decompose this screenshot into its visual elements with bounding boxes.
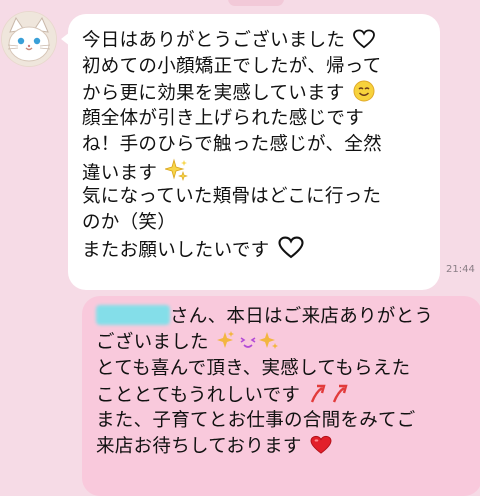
message-line: とても喜んで頂き、実感してもらえた xyxy=(96,358,411,379)
heart-outline-icon xyxy=(278,236,304,259)
message-line: ね！手のひらで触った感じが、全然 xyxy=(82,134,382,155)
message-line: 気になっていた頬骨はどこに行った xyxy=(82,186,382,207)
cat-avatar-icon xyxy=(2,12,56,66)
up-arrows-icon xyxy=(311,384,348,403)
message-line: こととてもうれしいです xyxy=(96,382,472,408)
message-line: のか（笑） xyxy=(82,212,177,233)
message-line: またお願いしたいです xyxy=(82,236,426,262)
smiley-face-icon xyxy=(353,80,375,102)
redacted-name xyxy=(96,305,170,325)
top-edge-pill xyxy=(228,0,284,6)
red-heart-icon xyxy=(310,435,332,454)
message-line: また、子育てとお仕事の合間をみてご xyxy=(96,410,416,431)
message-line: 来店お待ちしております xyxy=(96,434,472,460)
message-line: から更に効果を実感しています xyxy=(82,80,426,106)
message-line: 今日はありがとうございました xyxy=(82,28,426,54)
sparkles-wink-sparkles-icon xyxy=(217,331,278,349)
incoming-message-bubble[interactable]: 今日はありがとうございました 初めての小顔矯正でしたが、帰って から更に効果を実… xyxy=(61,14,440,290)
message-line: さん、本日はご来店ありがとう xyxy=(96,304,472,330)
outgoing-message-bubble[interactable]: さん、本日はご来店ありがとう ございました とても喜んで頂き、実感してもらえた … xyxy=(82,296,480,496)
avatar[interactable] xyxy=(2,12,56,66)
message-line: 顔全体が引き上げられた感じです xyxy=(82,108,365,129)
message-line: 初めての小顔矯正でしたが、帰って xyxy=(82,56,382,77)
message-line: ございました xyxy=(96,330,472,356)
heart-outline-icon xyxy=(353,29,376,49)
message-line: 違います xyxy=(82,158,426,184)
sparkles-icon xyxy=(165,158,189,181)
message-timestamp: 21:44 xyxy=(446,264,475,275)
